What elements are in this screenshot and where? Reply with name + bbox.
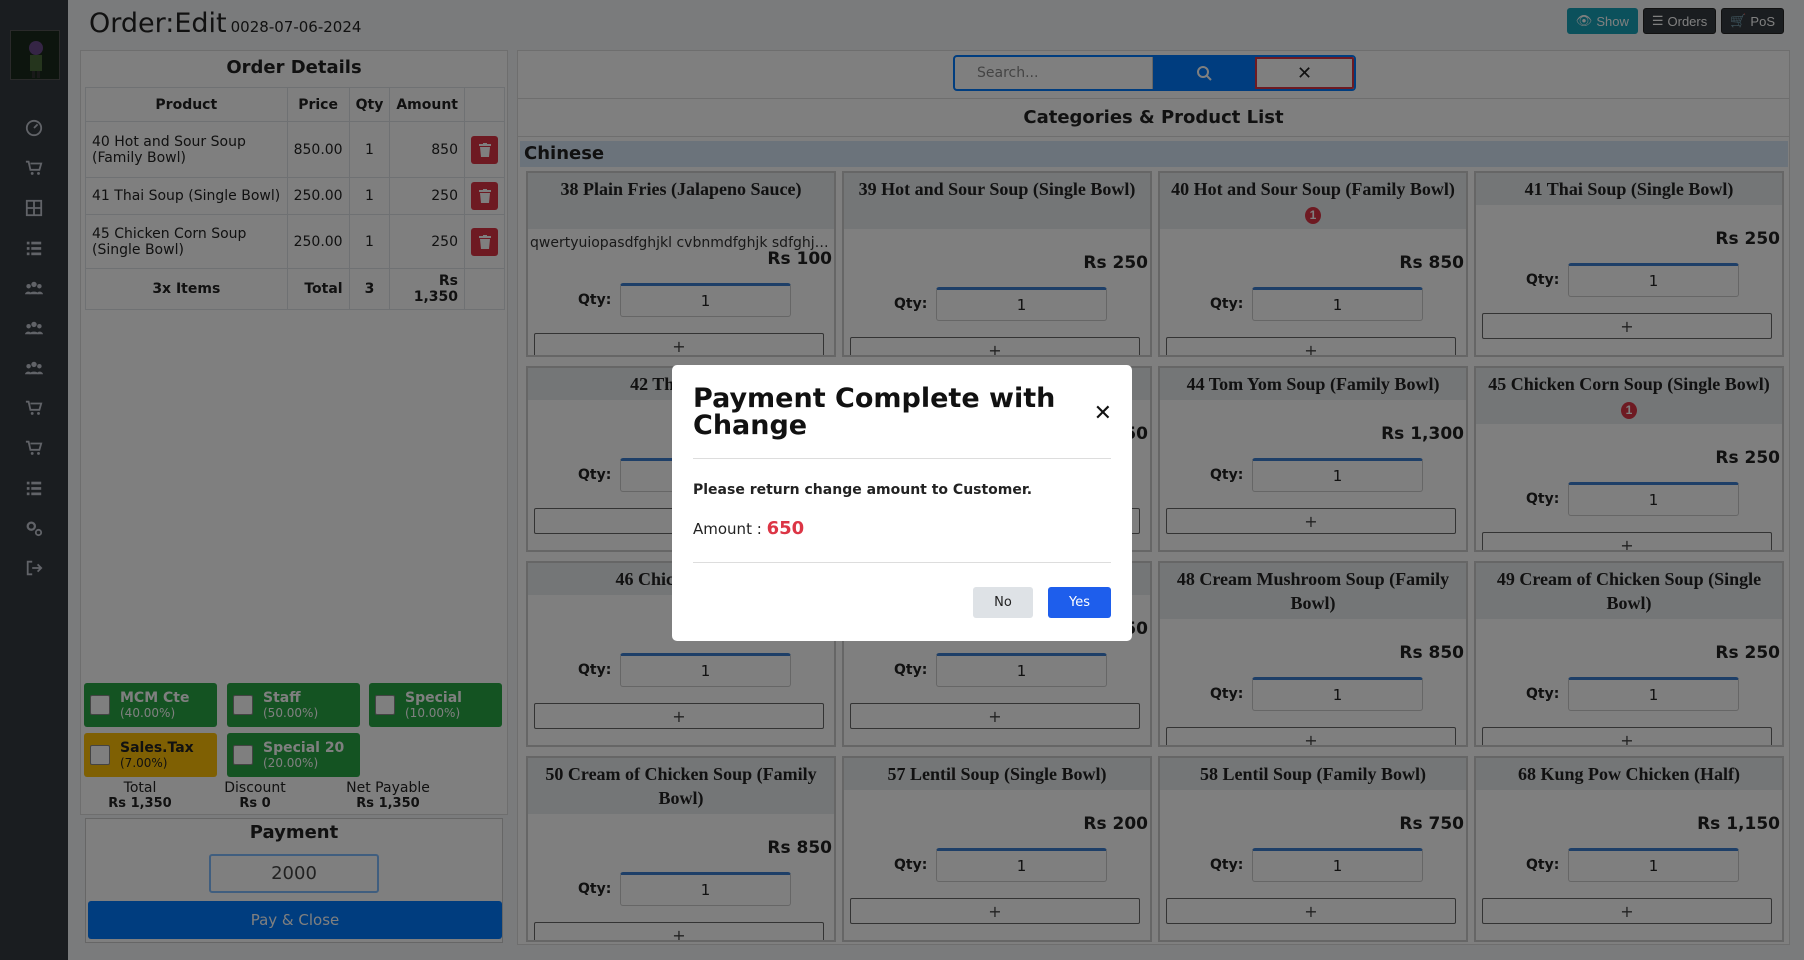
modal-title: Payment Complete with Change xyxy=(693,383,1056,441)
yes-button[interactable]: Yes xyxy=(1048,587,1111,618)
modal-amount: Amount : 650 xyxy=(693,518,804,539)
modal-divider xyxy=(693,458,1111,459)
close-icon[interactable]: ✕ xyxy=(1094,401,1112,426)
modal-amount-value: 650 xyxy=(766,518,805,539)
no-button[interactable]: No xyxy=(973,587,1033,618)
modal-amount-label: Amount : xyxy=(693,520,762,538)
modal-divider xyxy=(693,562,1111,563)
payment-modal: Payment Complete with Change ✕ Please re… xyxy=(672,365,1132,641)
modal-message: Please return change amount to Customer. xyxy=(693,482,1033,498)
